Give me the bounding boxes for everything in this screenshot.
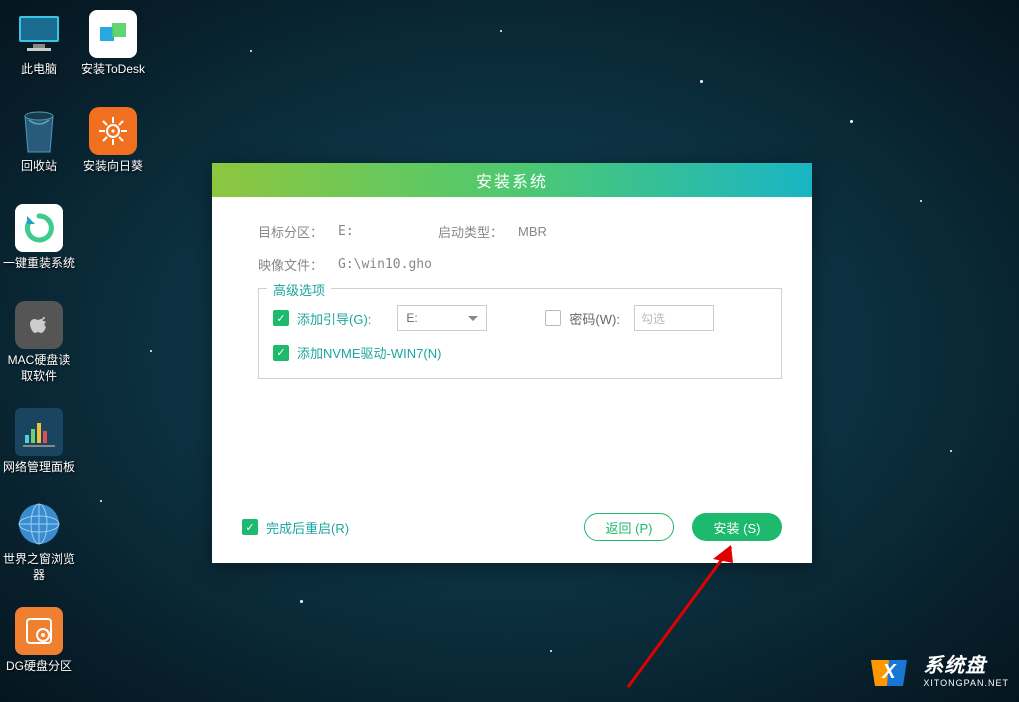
desktop-icon-label: 安装向日葵: [77, 159, 149, 175]
watermark-url: XITONGPAN.NET: [923, 678, 1009, 688]
nvme-label: 添加NVME驱动-WIN7(N): [297, 343, 441, 362]
desktop-icon-label: 网络管理面板: [3, 460, 75, 476]
nvme-checkbox[interactable]: ✓: [273, 345, 289, 361]
boot-drive-value: E:: [406, 311, 417, 325]
watermark-title: 系统盘: [923, 649, 1009, 678]
password-label: 密码(W):: [569, 309, 620, 328]
watermark-icon: X: [863, 642, 915, 694]
boot-type-label: 启动类型：: [438, 222, 518, 241]
mac-disk-icon: [15, 301, 63, 349]
password-input[interactable]: 勾选: [634, 305, 714, 331]
desktop-icon-todesk[interactable]: 安装ToDesk: [77, 10, 149, 78]
trash-icon: [15, 107, 63, 155]
desktop-icon-sunflower[interactable]: 安装向日葵: [77, 107, 149, 175]
image-file-label: 映像文件：: [258, 255, 338, 274]
advanced-options-fieldset: 高级选项 ✓ 添加引导(G): E: 密码(W): 勾选 ✓ 添加NVME驱动-…: [258, 288, 782, 379]
sunflower-icon: [89, 107, 137, 155]
dialog-footer: ✓ 完成后重启(R) 返回 (P) 安装 (S): [242, 513, 782, 541]
add-boot-checkbox[interactable]: ✓: [273, 310, 289, 326]
watermark: X 系统盘 XITONGPAN.NET: [863, 642, 1009, 694]
desktop-icon-reinstall[interactable]: 一键重装系统: [3, 204, 75, 272]
desktop-icon-label: 世界之窗浏览器: [3, 552, 75, 583]
desktop-icon-label: 此电脑: [3, 62, 75, 78]
install-button[interactable]: 安装 (S): [692, 513, 782, 541]
desktop-icon-label: DG硬盘分区: [3, 659, 75, 675]
restart-checkbox[interactable]: ✓: [242, 519, 258, 535]
desktop-icon-dg-partition[interactable]: DG硬盘分区: [3, 607, 75, 675]
dialog-body: 目标分区： E: 启动类型： MBR 映像文件： G:\win10.gho 高级…: [212, 197, 812, 394]
back-button[interactable]: 返回 (P): [584, 513, 674, 541]
password-checkbox[interactable]: [545, 310, 561, 326]
desktop-icon-recycle-bin[interactable]: 回收站: [3, 107, 75, 175]
svg-text:X: X: [882, 661, 898, 683]
reinstall-icon: [15, 204, 63, 252]
desktop-icon-label: 回收站: [3, 159, 75, 175]
partition-icon: [15, 607, 63, 655]
boot-type-value: MBR: [518, 224, 547, 239]
desktop-icon-browser[interactable]: 世界之窗浏览器: [3, 500, 75, 583]
desktop-icon-label: 安装ToDesk: [77, 62, 149, 78]
desktop-icon-this-pc[interactable]: 此电脑: [3, 10, 75, 78]
todesk-icon: [89, 10, 137, 58]
target-partition-value: E:: [338, 224, 438, 239]
advanced-legend: 高级选项: [267, 280, 331, 299]
desktop-icon-network[interactable]: 网络管理面板: [3, 408, 75, 476]
image-file-value: G:\win10.gho: [338, 257, 432, 272]
desktop-icon-mac-disk[interactable]: MAC硬盘读取软件: [3, 301, 75, 384]
monitor-icon: [15, 10, 63, 58]
network-panel-icon: [15, 408, 63, 456]
password-placeholder: 勾选: [641, 310, 665, 327]
boot-drive-select[interactable]: E:: [397, 305, 487, 331]
add-boot-label: 添加引导(G):: [297, 309, 371, 328]
target-partition-label: 目标分区：: [258, 222, 338, 241]
restart-label: 完成后重启(R): [266, 518, 349, 537]
install-system-dialog: 安装系统 目标分区： E: 启动类型： MBR 映像文件： G:\win10.g…: [212, 163, 812, 563]
globe-icon: [15, 500, 63, 548]
dialog-title: 安装系统: [212, 163, 812, 197]
desktop-icon-label: MAC硬盘读取软件: [3, 353, 75, 384]
desktop-icon-label: 一键重装系统: [3, 256, 75, 272]
